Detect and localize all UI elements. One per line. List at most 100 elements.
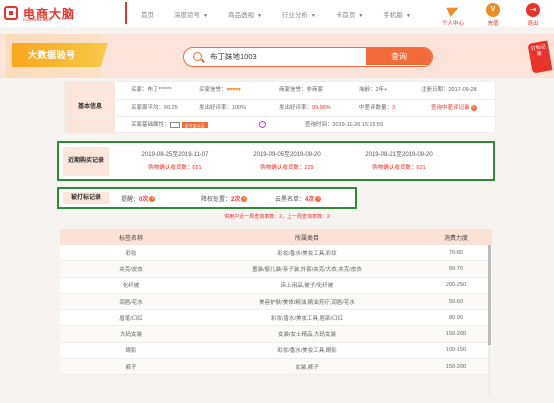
- recent-count: 购物确认收货数：651: [148, 165, 202, 171]
- table-cell: 70-80: [448, 249, 464, 256]
- table-row: 裤子 女装,裤子 150-200: [60, 359, 492, 376]
- help-icon[interactable]: ?: [315, 196, 322, 203]
- query-count-note: 供用户近一周查询率数：2，上一周查询率数：2: [224, 214, 330, 220]
- send-rate: 发出好评率：100%: [199, 105, 247, 111]
- report-item-label: 云黑名单：: [275, 197, 306, 203]
- bad-review-link[interactable]: 查询中差评记录?: [431, 100, 477, 116]
- register-date: 注册日期：2017-09-28: [421, 87, 477, 93]
- buyer-credit-label: 买家信誉：: [199, 87, 227, 93]
- recv-rate-value: 99.96%: [312, 105, 331, 111]
- nav-item-label: 行业分析: [281, 12, 308, 19]
- main-nav: 首页 深度验号 ▼ 商品透视 ▼ 行业分析 ▼ 卡首页 ▼ 手机版 ▼: [141, 9, 431, 19]
- table-cell: 彩妆/香水/美妆工具,唇部/口红: [270, 315, 344, 322]
- table-cell: 眼影: [125, 348, 137, 355]
- buyer-attributes-label: 买家基础属性：: [131, 122, 170, 128]
- user-center-label: 个人中心: [441, 21, 464, 27]
- exit-icon: ⇥: [526, 3, 540, 17]
- nav-item-label: 卡首页: [335, 12, 356, 19]
- vip-icon: V: [486, 3, 500, 17]
- recharge-label: 充值: [487, 21, 499, 27]
- nav-item-product-view[interactable]: 商品透视 ▼: [228, 9, 262, 19]
- nav-item-industry[interactable]: 行业分析 ▼: [282, 9, 316, 19]
- table-row: 润唇/花水 美容护肤/美体/精油,精油芳疗,润唇/花水 50-60: [60, 293, 492, 311]
- tag-table: 标签名称 所属类目 消费力度 彩妆 彩妆/香水/美妆工具,彩妆 70-80 夹克…: [60, 229, 492, 376]
- report-item-downgrade: 降权处置：2次?: [201, 194, 248, 203]
- recent-count: 购物确认收货数：631: [372, 165, 426, 171]
- column-header: 消费力度: [443, 235, 468, 242]
- table-row: 大码女装 女装/女士精品,大码女装 150-200: [60, 326, 492, 343]
- search-icon: [193, 52, 202, 61]
- caret-down-icon: ▼: [405, 13, 411, 19]
- table-cell: 大码女装: [119, 332, 142, 339]
- logo-subtitle: Ecommerce Brain: [23, 18, 51, 22]
- week-average: 买家周平均：60.25: [131, 105, 178, 111]
- basic-info-row: 买家基础属性： 支付宝认证 查询时间：2019-11-20 15:15:59: [65, 116, 497, 132]
- basic-info-row: 买家：布丁****** 买家信誉：♥♥♥♥♥ 商家信誉：非商家 淘龄：2年+ 注…: [65, 82, 497, 98]
- site-logo[interactable]: 电商大脑 Ecommerce Brain: [4, 4, 104, 23]
- recent-dates: 2019-08-25至2019-11-07: [141, 152, 209, 158]
- logout-label: 退出: [527, 21, 539, 27]
- buyer-credit: 买家信誉：♥♥♥♥♥: [199, 82, 241, 98]
- table-row: 眼影 彩妆/香水/美妆工具,眼影 100-150: [60, 343, 492, 360]
- search-input[interactable]: [210, 48, 360, 65]
- table-cell: 200-250: [445, 282, 467, 289]
- bad-review-count: 中差评数量：3: [359, 100, 395, 116]
- help-icon[interactable]: ?: [149, 196, 156, 203]
- table-row: 夹克/皮衣 童装/婴儿装/亲子装,外套/夹克/大衣,夹克/皮衣 60-70: [60, 261, 492, 278]
- table-row: 彩妆 彩妆/香水/美妆工具,彩妆 70-80: [60, 245, 492, 262]
- basic-info-row: 买家周平均：60.25 发出好评率：100% 发出好评率：99.96% 中差评数…: [65, 99, 497, 115]
- nav-item-home[interactable]: 首页: [141, 9, 154, 19]
- column-header: 标签名称: [118, 235, 143, 242]
- nav-item-label: 深度验号: [174, 12, 200, 19]
- table-cell: 彩妆/香水/美妆工具,彩妆: [277, 250, 337, 257]
- recent-count: 购物确认收货数：229: [260, 165, 314, 171]
- recent-dates: 2019-08-21至2019-09-20: [365, 152, 433, 158]
- nav-item-card-home[interactable]: 卡首页 ▼: [336, 9, 363, 19]
- table-cell: 床上用品,被子/化纤被: [280, 283, 334, 290]
- recv-rate-label: 发出好评率：: [279, 105, 313, 111]
- table-scrollbar[interactable]: [488, 245, 491, 398]
- table-cell: 150-200: [445, 331, 467, 338]
- recharge-button[interactable]: V 充值: [478, 3, 508, 27]
- table-cell: 彩妆: [125, 250, 137, 257]
- logout-button[interactable]: ⇥ 退出: [518, 3, 548, 27]
- report-item-value: 2次: [231, 197, 241, 203]
- table-row: 眉笔/口红 彩妆/香水/美妆工具,唇部/口红 80-90: [60, 310, 492, 327]
- search-band: 大数据验号 查询: [0, 34, 554, 78]
- table-cell: 裤子: [125, 364, 137, 371]
- page-title-badge: 大数据验号: [12, 43, 108, 67]
- table-cell: 50-60: [448, 298, 464, 305]
- recent-dates: 2019-09-05至2019-09-20: [253, 152, 321, 158]
- paper-plane-icon: [446, 3, 460, 17]
- caret-down-icon: ▼: [310, 13, 316, 19]
- report-item-label: 降权处置：: [201, 197, 232, 203]
- location-icon-wrap[interactable]: [259, 117, 266, 133]
- bad-review-link-label: 查询中差评记录: [431, 105, 470, 111]
- top-navbar: 电商大脑 Ecommerce Brain 首页 深度验号 ▼ 商品透视 ▼ 行业分析…: [0, 0, 554, 27]
- buyer-name: 买家：布丁******: [131, 87, 172, 93]
- table-cell: 夹克/皮衣: [119, 266, 143, 273]
- table-cell: 女装,裤子: [295, 364, 319, 371]
- caret-down-icon: ▼: [358, 13, 364, 19]
- help-icon: ?: [470, 104, 477, 111]
- logo-icon: [4, 6, 18, 20]
- search-button[interactable]: 查询: [366, 48, 432, 65]
- alipay-verified-tag: 支付宝认证: [181, 121, 208, 128]
- nav-item-mobile[interactable]: 手机版 ▼: [383, 9, 410, 19]
- report-item-remind: 提醒：0次?: [121, 194, 156, 203]
- report-item-value: 4次: [305, 197, 315, 203]
- table-header: 标签名称 所属类目 消费力度: [60, 229, 492, 245]
- user-center-button[interactable]: 个人中心: [438, 3, 468, 27]
- table-cell: 童装/婴儿装/亲子装,外套/夹克/大衣,夹克/皮衣: [252, 266, 362, 273]
- id-card-icon: [169, 121, 180, 128]
- table-cell: 100-150: [445, 347, 467, 354]
- seller-credit: 商家信誉：非商家: [279, 87, 324, 93]
- nav-divider: [125, 2, 127, 24]
- account-age: 淘龄：2年+: [359, 87, 388, 93]
- recent-purchase-label: 近期购买记录: [63, 147, 109, 176]
- query-time: 查询时间：2019-11-20 15:15:59: [305, 122, 384, 128]
- table-cell: 彩妆/香水/美妆工具,眼影: [277, 348, 337, 355]
- help-icon[interactable]: ?: [241, 196, 248, 203]
- nav-item-deep-check[interactable]: 深度验号 ▼: [174, 9, 208, 19]
- heart-icons: ♥♥♥♥♥: [226, 87, 241, 93]
